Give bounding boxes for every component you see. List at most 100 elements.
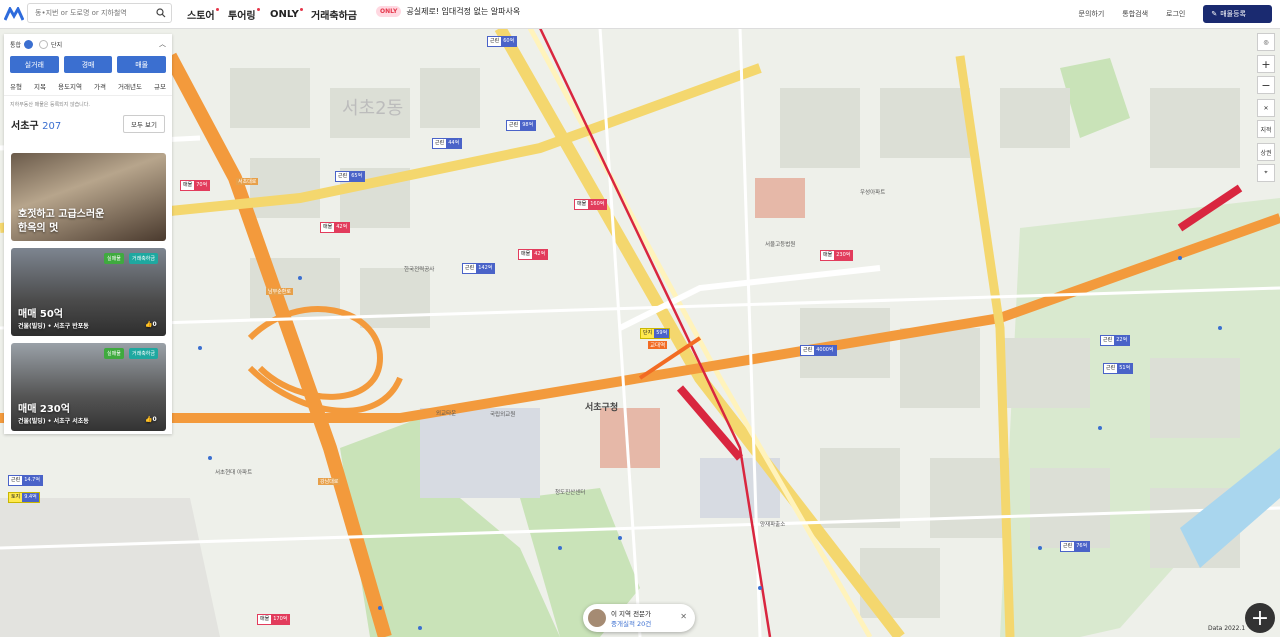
filter-price[interactable]: 가격	[94, 81, 106, 91]
logo[interactable]	[0, 0, 28, 28]
listing-button[interactable]: 매물	[117, 56, 167, 73]
left-panel: 통합 단지 ︿ 실거래 경매 매물 유형 지목 용도지역 가격 거래년도 규모 …	[4, 34, 172, 434]
promo-banner[interactable]: ONLY 공실제로! 임대걱정 없는 알파사옥	[376, 6, 520, 17]
zoom-out-icon[interactable]: −	[1257, 76, 1275, 94]
listing-pin[interactable]: 매물 42억	[320, 222, 351, 233]
notice-text: 지하부동산 매물은 등록되지 않습니다.	[10, 102, 90, 108]
nav-touring[interactable]: 투어링	[228, 0, 260, 28]
nav-only[interactable]: ONLY	[270, 0, 303, 28]
listing-pin[interactable]: 근린 76억	[1060, 541, 1091, 552]
card-tag: 실매물	[104, 348, 124, 359]
copyright-text: Data 2022.1	[1208, 625, 1246, 632]
plus-icon: +	[1250, 605, 1270, 631]
card-tag: 실매물	[104, 253, 124, 264]
real-transaction-button[interactable]: 실거래	[10, 56, 59, 73]
listing-pin[interactable]: 매물 170억	[257, 614, 291, 625]
listing-pin[interactable]: 토지 9.4억	[8, 492, 40, 503]
card-price: 매매 50억	[18, 309, 63, 320]
card-likes: 👍0	[145, 321, 157, 328]
expert-subtitle: 중개실적 20건	[611, 620, 652, 628]
filter-size[interactable]: 규모	[154, 81, 166, 91]
search-icon[interactable]	[156, 8, 166, 18]
inquiry-link[interactable]: 문의하기	[1079, 9, 1105, 19]
pencil-icon: ✎	[1211, 10, 1218, 18]
view-all-button[interactable]: 모두 보기	[123, 115, 165, 133]
zoom-in-icon[interactable]: +	[1257, 55, 1275, 73]
region-title: 서초구 207	[11, 120, 62, 132]
place-label: 외교타운	[436, 411, 457, 417]
listing-pin[interactable]: 근린 22억	[1100, 335, 1131, 346]
auction-button[interactable]: 경매	[63, 56, 113, 73]
district-label: 서초2동	[342, 98, 404, 119]
listing-pin[interactable]: 매물 230억	[820, 250, 854, 261]
region-header: 서초구 207 모두 보기	[4, 113, 172, 135]
card-price: 매매 230억	[18, 404, 70, 415]
listing-pin[interactable]: 근린 65억	[335, 171, 366, 182]
listing-pin[interactable]: 단지 59억	[640, 328, 671, 339]
toggle-on-icon[interactable]	[24, 39, 34, 49]
road-label: 강남대로	[318, 478, 341, 485]
map-canvas[interactable]: 서초2동 서초구청 외교타운 국립외교원 한국전력공사 청도진산센터 양재파출소…	[0, 28, 1280, 637]
place-label: 우성아파트	[860, 190, 886, 196]
listing-card[interactable]: 실매물 거래축하금 매매 230억 건물(빌딩) • 서초구 서초동 👍0	[11, 343, 166, 431]
expert-title: 이 지역 전문가	[611, 610, 652, 618]
nav-transaction-bonus[interactable]: 거래축하금	[311, 0, 357, 28]
pin-icon[interactable]: ⌖	[1257, 164, 1275, 182]
view-toggle[interactable]: 통합 단지 ︿	[4, 34, 172, 54]
close-icon[interactable]: ✕	[680, 612, 687, 621]
right-links: 문의하기 통합검색 로그인 ✎ 매물등록	[1079, 0, 1280, 28]
place-label: 서초현대 아파트	[215, 470, 253, 476]
listing-pin[interactable]: 근린 51억	[1103, 363, 1134, 374]
filter-bar: 유형 지목 용도지역 가격 거래년도 규모	[4, 75, 172, 96]
place-label: 서울고등법원	[765, 242, 796, 248]
register-listing-button[interactable]: ✎ 매물등록	[1203, 5, 1272, 23]
filter-year[interactable]: 거래년도	[118, 81, 142, 91]
station-label[interactable]: 교대역	[648, 341, 668, 349]
road-label: 서초대로	[236, 178, 259, 185]
listing-card[interactable]: 실매물 거래축하금 매매 50억 건물(빌딩) • 서초구 반포동 👍0	[11, 248, 166, 336]
place-label: 서초구청	[585, 403, 619, 413]
listing-pin[interactable]: 근린 98억	[506, 120, 537, 131]
filter-land-category[interactable]: 지목	[34, 81, 46, 91]
card-title: 한옥의 멋	[18, 223, 59, 234]
place-label: 양재파출소	[760, 522, 786, 528]
login-link[interactable]: 로그인	[1166, 9, 1185, 19]
search-input[interactable]	[33, 8, 155, 18]
listing-pin[interactable]: 근린 4000억	[800, 345, 837, 356]
road-label: 남부순환로	[266, 288, 294, 295]
listing-card[interactable]: 호젓하고 고급스러운 한옥의 멋	[11, 153, 166, 241]
listing-pin[interactable]: 매물 160억	[574, 199, 608, 210]
toggle-off-icon[interactable]	[39, 39, 49, 49]
filter-zoning[interactable]: 용도지역	[58, 81, 82, 91]
promo-text: 공실제로! 임대걱정 없는 알파사옥	[406, 7, 521, 16]
place-label: 청도진산센터	[555, 490, 586, 496]
deal-type-buttons: 실거래 경매 매물	[4, 54, 172, 75]
listing-pin[interactable]: 매물 42억	[518, 249, 549, 260]
tools-icon[interactable]: ✕	[1257, 99, 1275, 117]
commercial-area-toggle[interactable]: 상권	[1257, 143, 1275, 161]
filter-type[interactable]: 유형	[10, 81, 22, 91]
place-label: 한국전력공사	[404, 267, 435, 273]
card-tag: 거래축하금	[129, 253, 159, 264]
nav-store[interactable]: 스토어	[187, 0, 219, 28]
listing-pin[interactable]: 매물 70억	[180, 180, 211, 191]
card-likes: 👍0	[145, 416, 157, 423]
listing-pin[interactable]: 근린 44억	[432, 138, 463, 149]
top-navigation-bar: 스토어 투어링 ONLY 거래축하금 ONLY 공실제로! 임대걱정 없는 알파…	[0, 0, 1280, 29]
place-label: 국립외교원	[490, 412, 516, 418]
card-tag: 거래축하금	[129, 348, 159, 359]
search-box[interactable]	[27, 3, 172, 23]
listing-pin[interactable]: 근린 60억	[487, 36, 518, 47]
listing-pin[interactable]: 근린 14.7억	[8, 475, 43, 486]
area-expert-widget[interactable]: 이 지역 전문가 중개실적 20건 ✕	[583, 604, 695, 632]
card-subtitle: 건물(빌딩) • 서초구 서초동	[18, 418, 89, 425]
locate-icon[interactable]: ◎	[1257, 33, 1275, 51]
add-button[interactable]: +	[1245, 603, 1275, 633]
listing-pin[interactable]: 근린 142억	[462, 263, 496, 274]
card-title: 호젓하고 고급스러운	[18, 209, 105, 220]
integrated-search-link[interactable]: 통합검색	[1122, 9, 1148, 19]
avatar	[588, 609, 606, 627]
cadastral-toggle[interactable]: 지적	[1257, 120, 1275, 138]
chevron-up-icon[interactable]: ︿	[159, 39, 166, 49]
card-subtitle: 건물(빌딩) • 서초구 반포동	[18, 323, 89, 330]
